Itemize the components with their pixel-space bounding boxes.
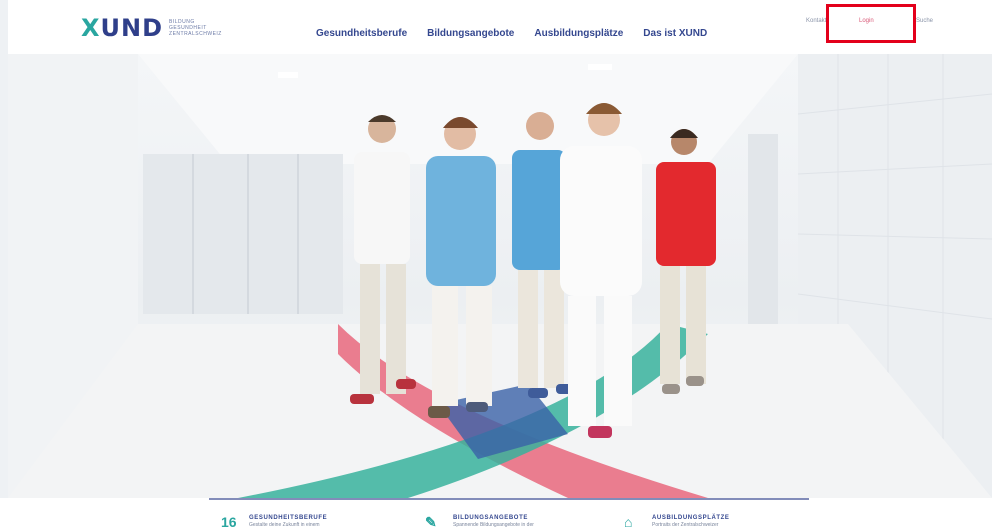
teaser-text: GESUNDHEITSBERUFE Gestalte deine Zukunft… bbox=[249, 514, 327, 529]
teaser-desc: Portraits der Zentralschweizer bbox=[652, 522, 719, 528]
house-icon: ⌂ bbox=[624, 514, 633, 530]
nav-ausbildungsplaetze[interactable]: Ausbildungsplätze bbox=[534, 28, 623, 39]
main-nav: Gesundheitsberufe Bildungsangebote Ausbi… bbox=[316, 28, 707, 39]
teaser-desc: Spannende Bildungsangebote in der bbox=[453, 522, 534, 528]
pencil-icon: ✎ bbox=[425, 514, 437, 530]
logo-subline-line: ZENTRALSCHWEIZ bbox=[169, 31, 222, 37]
hero-illustration bbox=[8, 54, 992, 498]
teaser-title: BILDUNGSANGEBOTE bbox=[453, 515, 528, 521]
logo-wordmark: XUND bbox=[81, 14, 164, 42]
nav-das-ist-xund[interactable]: Das ist XUND bbox=[643, 28, 707, 39]
login-highlight-box bbox=[826, 4, 916, 43]
left-window bbox=[143, 154, 343, 314]
number-16-icon: 16 bbox=[221, 514, 237, 530]
site-header: XUND BILDUNG GESUNDHEIT ZENTRALSCHWEIZ G… bbox=[8, 0, 992, 54]
teaser-text: AUSBILDUNGSPLÄTZE Portraits der Zentrals… bbox=[652, 514, 730, 529]
corridor-door bbox=[748, 134, 778, 344]
suche-link[interactable]: Suche bbox=[916, 18, 933, 24]
teaser-gesundheitsberufe[interactable]: 16 GESUNDHEITSBERUFE Gestalte deine Zuku… bbox=[221, 514, 327, 530]
xund-logo[interactable]: XUND BILDUNG GESUNDHEIT ZENTRALSCHWEIZ bbox=[81, 12, 222, 44]
kontakt-link[interactable]: Kontakt bbox=[806, 18, 826, 24]
teaser-divider bbox=[209, 498, 809, 500]
teaser-bildungsangebote[interactable]: ✎ BILDUNGSANGEBOTE Spannende Bildungsang… bbox=[425, 514, 534, 530]
teaser-bar: 16 GESUNDHEITSBERUFE Gestalte deine Zuku… bbox=[0, 498, 992, 532]
teaser-title: AUSBILDUNGSPLÄTZE bbox=[652, 515, 730, 521]
ceiling-light bbox=[588, 64, 612, 70]
teaser-title: GESUNDHEITSBERUFE bbox=[249, 515, 328, 521]
ceiling-light bbox=[278, 72, 298, 78]
teaser-text: BILDUNGSANGEBOTE Spannende Bildungsangeb… bbox=[453, 514, 534, 529]
hero-image bbox=[8, 54, 992, 498]
left-edge-strip bbox=[0, 0, 8, 532]
teaser-desc: Gestalte deine Zukunft in einem bbox=[249, 522, 320, 528]
logo-subline: BILDUNG GESUNDHEIT ZENTRALSCHWEIZ bbox=[169, 19, 222, 37]
nav-gesundheitsberufe[interactable]: Gesundheitsberufe bbox=[316, 28, 407, 39]
nav-bildungsangebote[interactable]: Bildungsangebote bbox=[427, 28, 514, 39]
teaser-ausbildungsplaetze[interactable]: ⌂ AUSBILDUNGSPLÄTZE Portraits der Zentra… bbox=[624, 514, 730, 530]
